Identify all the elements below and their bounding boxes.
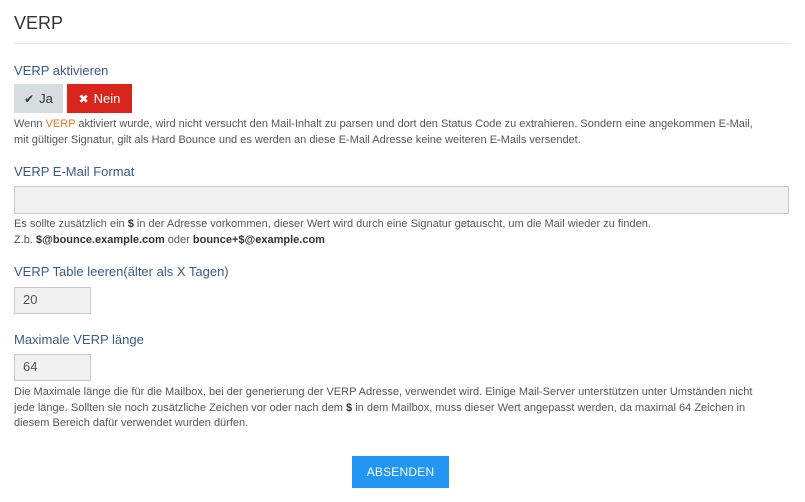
verp-length-label: Maximale VERP länge (14, 332, 144, 347)
title-divider (14, 43, 790, 44)
no-button[interactable]: ✖ Nein (67, 84, 132, 113)
verp-activate-label: VERP aktivieren (14, 63, 109, 78)
verp-table-label: VERP Table leeren(älter als X Tagen) (14, 264, 229, 279)
page-title: VERP (14, 13, 64, 33)
help-bold: bounce+$@example.com (192, 233, 325, 246)
verp-length-help-line2: jede länge. Sollten sie noch zusätzliche… (14, 401, 784, 417)
help-text: Wenn (14, 118, 46, 130)
verp-activate-help-line2: mit gültiger Signatur, gilt als Hard Bou… (14, 133, 581, 146)
verp-format-help: Es sollte zusätzlich ein $ in der Adress… (14, 217, 784, 248)
help-text: in der Adresse vorkommen, dieser Wert wi… (133, 218, 651, 230)
times-icon: ✖ (78, 91, 89, 106)
verp-length-help: Die Maximale länge die für die Mailbox, … (14, 385, 784, 432)
verp-activate-help-line1: Wenn VERP aktiviert wurde, wird nicht ve… (14, 117, 784, 133)
help-text: Es sollte zusätzlich ein (14, 218, 128, 230)
check-icon: ✔ (24, 91, 35, 106)
help-text: aktiviert wurde, wird nicht versucht den… (75, 118, 753, 130)
verp-length-help-line1: Die Maximale länge die für die Mailbox, … (14, 386, 753, 398)
verp-length-help-line3: diesem Bereich dafür verwendet wurden dü… (14, 417, 249, 429)
verp-format-label: VERP E-Mail Format (14, 164, 135, 179)
help-text: Z.b. (14, 233, 37, 246)
help-text: oder (164, 233, 193, 246)
submit-button[interactable]: ABSENDEN (352, 456, 449, 488)
verp-length-input[interactable]: 64 (14, 354, 91, 381)
verp-highlight: VERP (45, 118, 76, 130)
yes-button[interactable]: ✔ Ja (14, 84, 63, 113)
help-text: jede länge. Sollten sie noch zusätzliche… (14, 401, 347, 414)
help-text: in dem Mailbox, muss dieser Wert angepas… (352, 401, 746, 414)
yes-button-label: Ja (39, 91, 53, 106)
verp-format-help-line1: Es sollte zusätzlich ein $ in der Adress… (14, 217, 784, 233)
verp-table-days-input[interactable]: 20 (14, 287, 91, 314)
help-bold: $@bounce.example.com (36, 233, 165, 246)
verp-activate-help: Wenn VERP aktiviert wurde, wird nicht ve… (14, 117, 784, 148)
no-button-label: Nein (93, 91, 121, 106)
verp-format-help-line2: Z.b. $@bounce.example.com oder bounce+$@… (14, 233, 784, 249)
verp-settings-panel: VERP VERP aktivieren ✔ Ja ✖ Nein Wenn VE… (0, 0, 805, 502)
verp-format-input[interactable] (14, 186, 789, 214)
